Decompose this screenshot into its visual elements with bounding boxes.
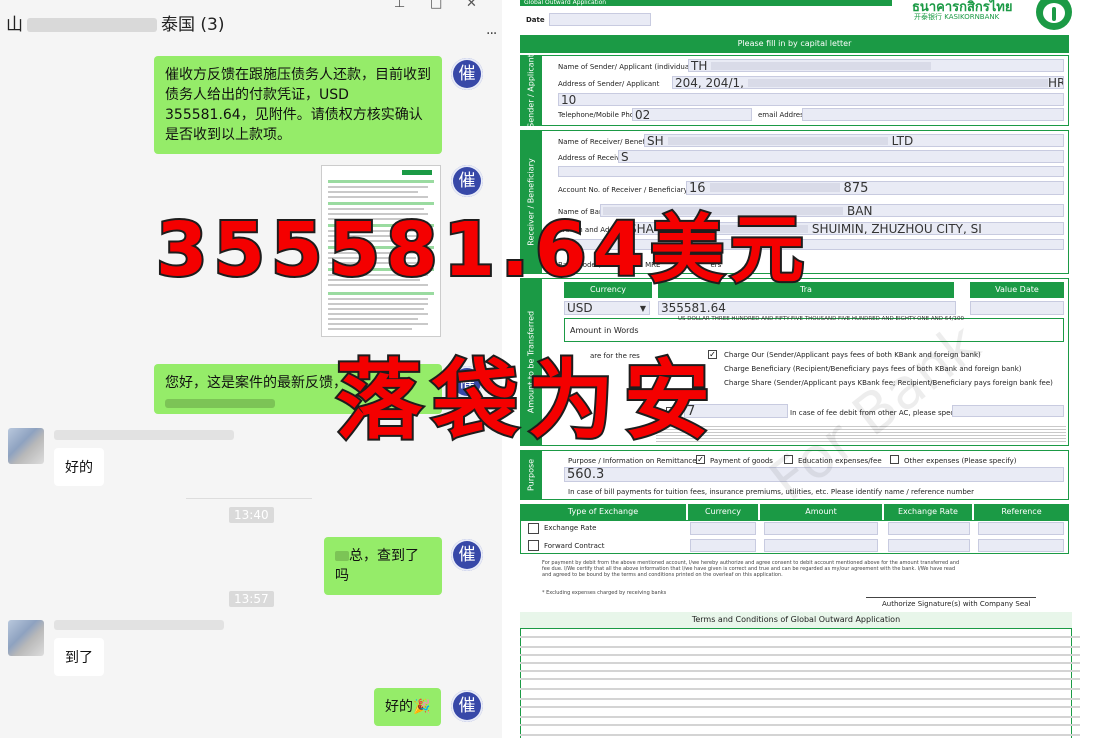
chevron-down-icon: ▼ [639, 304, 646, 313]
email-label: email Address [758, 111, 808, 119]
message-text: 您好，这是案件的最新反馈， [165, 375, 347, 391]
chat-header: 山 泰国 (3) ⊥ □ ✕ ... [0, 0, 502, 42]
chat-title-text: 泰国 (3) [161, 15, 225, 35]
terms-section [520, 612, 1072, 738]
fx-rate-checkbox[interactable] [528, 523, 539, 534]
other-checkbox[interactable] [890, 455, 899, 464]
other-label: Other expenses (Please specify) [904, 457, 1017, 465]
value-date-header: Value Date [970, 282, 1064, 298]
fx-rate-label: Exchange Rate [544, 524, 597, 532]
signature-label: Authorize Signature(s) with Company Seal [882, 600, 1031, 608]
receiver-address-label: Address of Receiver [558, 154, 628, 162]
signature-line [866, 597, 1036, 598]
message-bubble[interactable]: 好的 [54, 448, 104, 486]
message-bubble[interactable]: 催收方反馈在跟施压债务人还款，目前收到债务人给出的付款凭证，USD 355581… [154, 56, 442, 154]
redacted-name [54, 620, 224, 630]
purpose-label: Purpose / Information on Remittance [568, 457, 697, 465]
declaration-text: For payment by debit from the above ment… [542, 560, 960, 578]
fx-cell[interactable] [888, 522, 970, 535]
purpose-note: In case of bill payments for tuition fee… [568, 488, 974, 496]
avatar[interactable]: 催 [451, 690, 483, 722]
thumb-logo [402, 170, 432, 175]
phone-label: Telephone/Mobile Phone [558, 111, 643, 119]
fx-cell[interactable] [764, 522, 878, 535]
terms-title: Terms and Conditions of Global Outward A… [520, 612, 1072, 629]
form-header-title: Global Outward Application [520, 0, 892, 6]
fx-header-type: Type of Exchange [520, 504, 686, 520]
sender-address-line2[interactable]: 10 [558, 93, 1064, 106]
fx-cell[interactable] [978, 539, 1064, 552]
kbank-logo-icon [1036, 0, 1072, 30]
chat-title: 山 泰国 (3) [6, 10, 224, 35]
avatar[interactable] [8, 428, 44, 464]
message-bubble[interactable]: 好的🎉 [374, 688, 442, 726]
fx-header-currency: Currency [688, 504, 758, 520]
sender-section-label: Sender / Applicant [520, 54, 542, 127]
amount-field[interactable]: 355581.64 [658, 301, 956, 315]
timestamp: 13:40 [229, 507, 274, 523]
fx-header-rate: Exchange Rate [884, 504, 972, 520]
chat-title-prefix: 山 [6, 15, 23, 35]
fx-cell[interactable] [888, 539, 970, 552]
fx-header-amount: Amount [760, 504, 882, 520]
date-field[interactable] [549, 13, 651, 26]
receiver-name-field[interactable]: SH LTD [644, 134, 1064, 147]
fx-cell[interactable] [764, 539, 878, 552]
divider [186, 498, 312, 499]
fx-forward-checkbox[interactable] [528, 540, 539, 551]
phone-field[interactable]: 02 [632, 108, 752, 121]
debit-other-field[interactable] [952, 405, 1064, 417]
maximize-icon[interactable]: □ [430, 0, 442, 11]
fx-cell[interactable] [690, 539, 756, 552]
currency-select[interactable]: USD ▼ [564, 301, 650, 315]
message-bubble[interactable]: 总，查到了吗 [324, 537, 442, 595]
overlay-status-caption: 落袋为安 [334, 349, 720, 453]
redacted-text [165, 399, 275, 408]
redacted-name [27, 18, 157, 32]
fx-cell[interactable] [690, 522, 756, 535]
date-label: Date [526, 16, 545, 24]
avatar[interactable]: 催 [451, 58, 483, 90]
goods-checkbox[interactable]: ✓ [696, 455, 705, 464]
receiver-address-field[interactable]: S [618, 150, 1064, 163]
timestamp: 13:57 [229, 591, 274, 607]
bank-name-english: 开泰银行 KASIKORNBANK [914, 13, 1000, 21]
close-icon[interactable]: ✕ [466, 0, 477, 11]
amount-words-value: US DOLLAR THREE HUNDRED AND FIFTY-FIVE T… [678, 316, 965, 322]
message-bubble[interactable]: 到了 [54, 638, 104, 676]
instruction-banner: Please fill in by capital letter [520, 35, 1069, 53]
redacted-name [54, 430, 234, 440]
redacted-text [335, 551, 349, 561]
email-field[interactable] [802, 108, 1064, 121]
fx-header-reference: Reference [974, 504, 1069, 520]
pin-icon[interactable]: ⊥ [394, 0, 405, 11]
sender-name-field[interactable]: TH [688, 59, 1064, 72]
excluding-note: * Excluding expenses charged by receivin… [542, 590, 667, 596]
avatar[interactable]: 催 [451, 539, 483, 571]
sender-address-field[interactable]: 204, 204/1,HRA [672, 76, 1064, 89]
value-date-field[interactable] [970, 301, 1064, 315]
receiver-address-line2[interactable] [558, 166, 1064, 177]
purpose-section-label: Purpose [520, 450, 542, 500]
more-options-button[interactable]: ... [486, 22, 497, 38]
sender-address-label: Address of Sender/ Applicant [558, 80, 660, 88]
overlay-amount-caption: 355581.64美元 [154, 205, 811, 295]
fx-cell[interactable] [978, 522, 1064, 535]
fx-forward-label: Forward Contract [544, 542, 605, 550]
avatar[interactable] [8, 620, 44, 656]
